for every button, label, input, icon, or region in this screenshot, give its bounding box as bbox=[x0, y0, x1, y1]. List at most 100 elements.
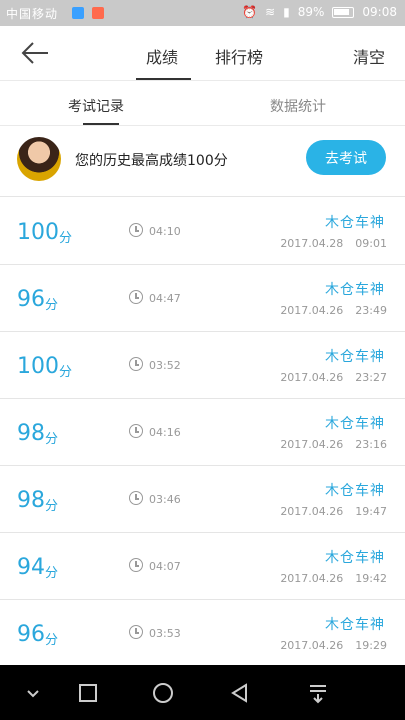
record-time: 09:01 bbox=[355, 237, 387, 250]
score-value: 96 bbox=[17, 622, 45, 647]
duration: 03:53 bbox=[149, 627, 181, 640]
record-time: 19:47 bbox=[355, 505, 387, 518]
player-name: 木仓车神 bbox=[325, 416, 385, 432]
score: 100分 bbox=[17, 220, 73, 246]
home-icon[interactable] bbox=[152, 682, 174, 704]
record-date: 2017.04.26 bbox=[280, 639, 344, 652]
signal-icon: ▮ bbox=[283, 5, 290, 19]
table-row[interactable]: 96分 03:53 木仓车神 2017.04.26 19:29 bbox=[0, 600, 405, 667]
duration: 04:10 bbox=[149, 225, 181, 238]
record-time: 23:27 bbox=[355, 371, 387, 384]
notification-app-icon-2 bbox=[92, 7, 104, 19]
record-datetime: 2017.04.26 19:47 bbox=[280, 505, 387, 518]
subtab-statistics[interactable]: 数据统计 bbox=[270, 96, 326, 116]
clock-icon bbox=[129, 491, 143, 505]
record-datetime: 2017.04.28 09:01 bbox=[280, 237, 387, 250]
clock-icon bbox=[129, 290, 143, 304]
tab-scores[interactable]: 成绩 bbox=[146, 44, 178, 68]
battery-percent: 89% bbox=[297, 5, 325, 19]
score-value: 100 bbox=[17, 220, 59, 245]
record-date: 2017.04.26 bbox=[280, 371, 344, 384]
back-arrow-icon[interactable] bbox=[20, 40, 50, 66]
score: 96分 bbox=[17, 622, 59, 648]
hide-nav-icon[interactable] bbox=[22, 682, 44, 704]
record-datetime: 2017.04.26 23:16 bbox=[280, 438, 387, 451]
notification-pull-icon[interactable] bbox=[307, 682, 329, 704]
active-tab-indicator bbox=[136, 78, 191, 80]
player-name: 木仓车神 bbox=[325, 215, 385, 231]
clock-icon bbox=[129, 558, 143, 572]
records-list: 100分 04:10 木仓车神 2017.04.28 09:01 96分 04:4… bbox=[0, 198, 405, 667]
score: 94分 bbox=[17, 555, 59, 581]
score-unit: 分 bbox=[45, 432, 59, 447]
table-row[interactable]: 96分 04:47 木仓车神 2017.04.26 23:49 bbox=[0, 265, 405, 332]
record-datetime: 2017.04.26 19:29 bbox=[280, 639, 387, 652]
score: 96分 bbox=[17, 287, 59, 313]
score-unit: 分 bbox=[45, 499, 59, 514]
best-score-banner: 您的历史最高成绩100分 去考试 bbox=[0, 126, 405, 197]
duration: 04:47 bbox=[149, 292, 181, 305]
record-date: 2017.04.26 bbox=[280, 438, 344, 451]
carrier-label: 中国移动 bbox=[6, 7, 59, 21]
score-value: 98 bbox=[17, 488, 45, 513]
subtab-exam-records[interactable]: 考试记录 bbox=[68, 96, 124, 116]
score-value: 96 bbox=[17, 287, 45, 312]
record-date: 2017.04.26 bbox=[280, 505, 344, 518]
score-value: 94 bbox=[17, 555, 45, 580]
score-value: 100 bbox=[17, 354, 59, 379]
score: 100分 bbox=[17, 354, 73, 380]
status-bar: 中国移动 ⏰ ≋ ▮ 89% 09:08 bbox=[0, 0, 405, 26]
duration: 04:16 bbox=[149, 426, 181, 439]
take-exam-button[interactable]: 去考试 bbox=[306, 140, 386, 175]
clock-icon bbox=[129, 357, 143, 371]
tab-leaderboard[interactable]: 排行榜 bbox=[215, 44, 263, 68]
score: 98分 bbox=[17, 421, 59, 447]
table-row[interactable]: 98分 03:46 木仓车神 2017.04.26 19:47 bbox=[0, 466, 405, 533]
alarm-icon: ⏰ bbox=[242, 5, 258, 19]
record-date: 2017.04.26 bbox=[280, 572, 344, 585]
player-name: 木仓车神 bbox=[325, 483, 385, 499]
score-unit: 分 bbox=[59, 365, 73, 380]
record-date: 2017.04.28 bbox=[280, 237, 344, 250]
clock-icon bbox=[129, 223, 143, 237]
clock-icon bbox=[129, 424, 143, 438]
record-datetime: 2017.04.26 23:27 bbox=[280, 371, 387, 384]
player-name: 木仓车神 bbox=[325, 349, 385, 365]
record-time: 19:29 bbox=[355, 639, 387, 652]
record-date: 2017.04.26 bbox=[280, 304, 344, 317]
table-row[interactable]: 98分 04:16 木仓车神 2017.04.26 23:16 bbox=[0, 399, 405, 466]
score-unit: 分 bbox=[45, 566, 59, 581]
score-value: 98 bbox=[17, 421, 45, 446]
top-bar: 成绩 排行榜 清空 bbox=[0, 26, 405, 81]
score-unit: 分 bbox=[45, 633, 59, 648]
sub-tabs: 考试记录 数据统计 bbox=[0, 82, 405, 126]
navigation-bar bbox=[0, 665, 405, 720]
avatar bbox=[17, 137, 61, 181]
player-name: 木仓车神 bbox=[325, 617, 385, 633]
clock-icon bbox=[129, 625, 143, 639]
back-icon[interactable] bbox=[229, 682, 251, 704]
player-name: 木仓车神 bbox=[325, 550, 385, 566]
recent-apps-icon[interactable] bbox=[77, 682, 99, 704]
score: 98分 bbox=[17, 488, 59, 514]
table-row[interactable]: 100分 03:52 木仓车神 2017.04.26 23:27 bbox=[0, 332, 405, 399]
table-row[interactable]: 100分 04:10 木仓车神 2017.04.28 09:01 bbox=[0, 198, 405, 265]
record-datetime: 2017.04.26 23:49 bbox=[280, 304, 387, 317]
duration: 04:07 bbox=[149, 560, 181, 573]
best-score-text: 您的历史最高成绩100分 bbox=[75, 153, 228, 169]
record-time: 19:42 bbox=[355, 572, 387, 585]
record-datetime: 2017.04.26 19:42 bbox=[280, 572, 387, 585]
record-time: 23:16 bbox=[355, 438, 387, 451]
player-name: 木仓车神 bbox=[325, 282, 385, 298]
clear-button[interactable]: 清空 bbox=[353, 44, 385, 68]
score-unit: 分 bbox=[45, 298, 59, 313]
battery-icon bbox=[332, 6, 355, 18]
table-row[interactable]: 94分 04:07 木仓车神 2017.04.26 19:42 bbox=[0, 533, 405, 600]
notification-app-icon bbox=[72, 7, 84, 19]
record-time: 23:49 bbox=[355, 304, 387, 317]
wifi-icon: ≋ bbox=[265, 5, 276, 19]
score-unit: 分 bbox=[59, 231, 73, 246]
active-subtab-indicator bbox=[83, 123, 119, 125]
duration: 03:46 bbox=[149, 493, 181, 506]
duration: 03:52 bbox=[149, 359, 181, 372]
